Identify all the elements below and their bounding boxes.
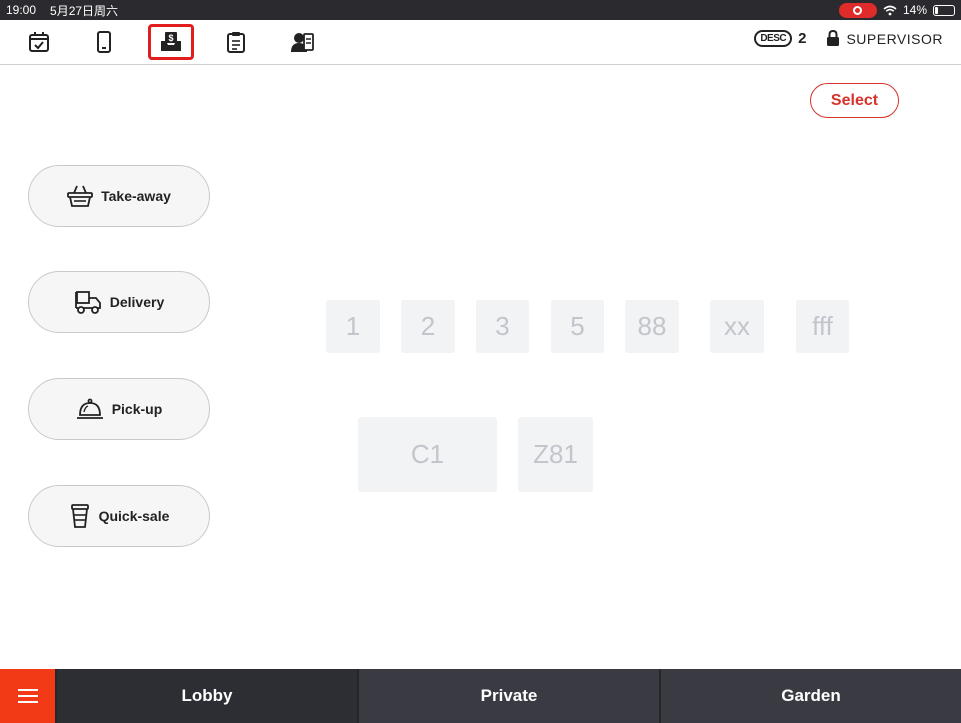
select-button[interactable]: Select bbox=[810, 83, 899, 118]
table-c1[interactable]: C1 bbox=[358, 417, 497, 492]
battery-icon bbox=[933, 4, 955, 16]
hamburger-menu-icon[interactable] bbox=[0, 669, 55, 723]
cup-icon bbox=[70, 504, 89, 528]
pick-up-label: Pick-up bbox=[111, 401, 163, 417]
area-tab-bar: Lobby Private Garden bbox=[0, 669, 961, 723]
delivery-button[interactable]: Delivery bbox=[28, 271, 210, 333]
cash-drawer-icon[interactable]: $ bbox=[148, 24, 194, 60]
quick-sale-label: Quick-sale bbox=[98, 508, 170, 524]
status-bar: 19:00 5月27日周六 14% bbox=[0, 0, 961, 20]
status-right: 14% bbox=[838, 2, 955, 18]
status-date: 5月27日周六 bbox=[50, 3, 119, 18]
calendar-check-icon[interactable] bbox=[16, 24, 62, 60]
svg-text:$: $ bbox=[168, 33, 173, 43]
wifi-icon bbox=[883, 5, 897, 15]
tab-lobby[interactable]: Lobby bbox=[55, 669, 357, 723]
tab-private[interactable]: Private bbox=[357, 669, 659, 723]
table-fff[interactable]: fff bbox=[796, 300, 849, 353]
table-2[interactable]: 2 bbox=[401, 300, 455, 353]
take-away-button[interactable]: Take-away bbox=[28, 165, 210, 227]
table-3[interactable]: 3 bbox=[476, 300, 529, 353]
tab-garden[interactable]: Garden bbox=[659, 669, 961, 723]
screen-record-icon bbox=[838, 2, 877, 18]
delivery-label: Delivery bbox=[109, 294, 165, 310]
desc-sort-icon[interactable]: DESC bbox=[754, 30, 793, 47]
desc-count: 2 bbox=[798, 30, 807, 47]
toolbar-right: DESC 2 SUPERVISOR bbox=[754, 30, 943, 47]
table-xx[interactable]: xx bbox=[710, 300, 764, 353]
take-away-label: Take-away bbox=[101, 188, 171, 204]
table-5[interactable]: 5 bbox=[551, 300, 604, 353]
battery-percent: 14% bbox=[902, 3, 927, 17]
pick-up-button[interactable]: Pick-up bbox=[28, 378, 210, 440]
staff-card-icon[interactable] bbox=[279, 24, 325, 60]
table-z81[interactable]: Z81 bbox=[518, 417, 593, 492]
table-1[interactable]: 1 bbox=[326, 300, 380, 353]
service-bell-icon bbox=[76, 398, 103, 419]
delivery-cart-icon bbox=[74, 291, 101, 314]
basket-icon bbox=[67, 185, 94, 207]
quick-sale-button[interactable]: Quick-sale bbox=[28, 485, 210, 547]
table-88[interactable]: 88 bbox=[625, 300, 679, 353]
tablet-icon[interactable] bbox=[81, 24, 127, 60]
status-time: 19:00 bbox=[6, 3, 37, 17]
top-toolbar: $ DESC 2 SUPERVISOR bbox=[0, 20, 961, 65]
lock-icon bbox=[827, 30, 840, 46]
user-role[interactable]: SUPERVISOR bbox=[846, 31, 943, 47]
clipboard-icon[interactable] bbox=[213, 24, 259, 60]
